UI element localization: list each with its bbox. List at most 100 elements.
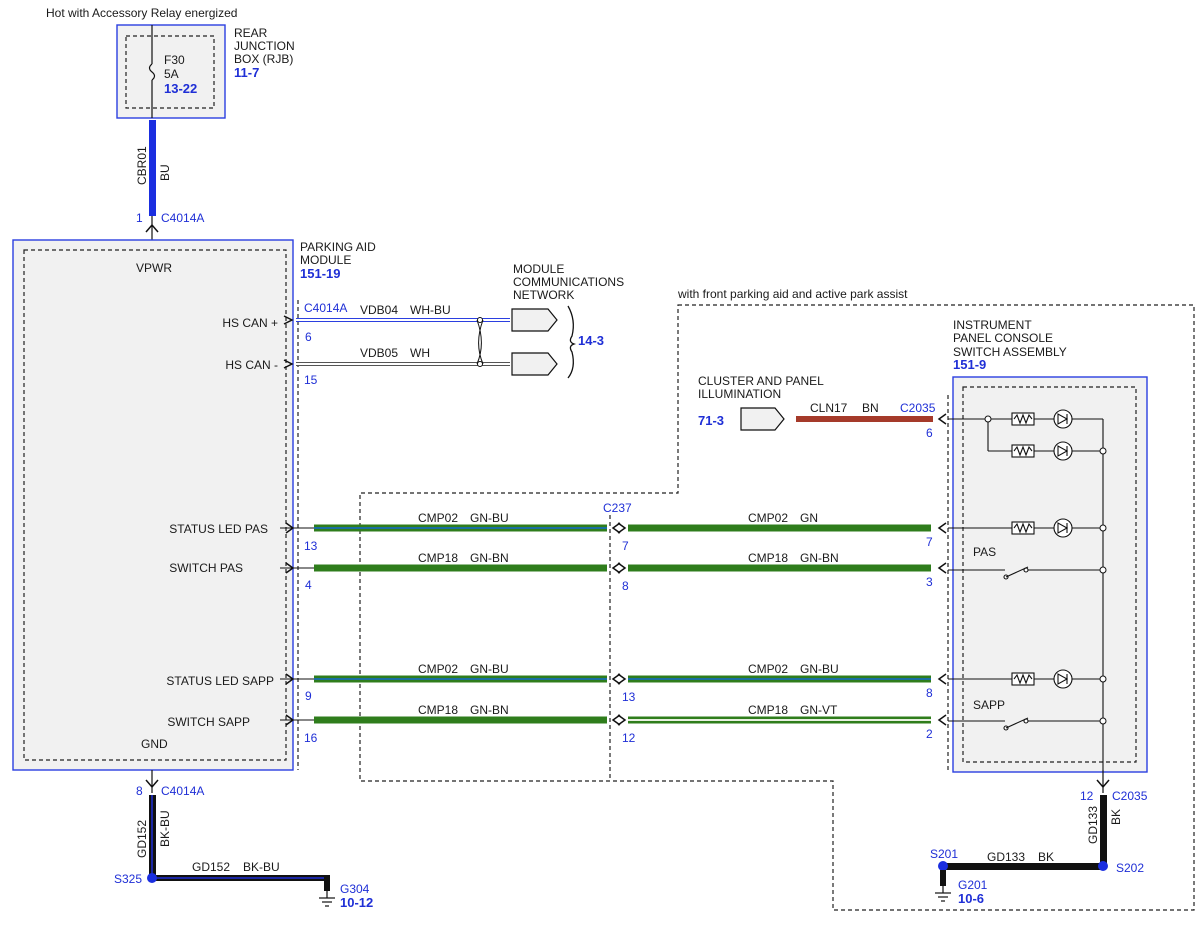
switch-pas-label: PAS bbox=[973, 545, 996, 559]
arrow-icon bbox=[937, 413, 947, 425]
switch-ref[interactable]: 151-9 bbox=[953, 357, 986, 372]
module-gnd: GND bbox=[141, 737, 168, 751]
network-title-1: MODULE bbox=[513, 262, 564, 276]
power-connector: C4014A bbox=[161, 211, 204, 225]
ground-wire-right-horizontal[interactable] bbox=[943, 863, 1103, 870]
switch-pin: 3 bbox=[926, 575, 933, 589]
wire-right-2[interactable] bbox=[628, 564, 931, 572]
arrow-icon bbox=[937, 562, 947, 574]
wire-right-color: GN-BU bbox=[800, 662, 839, 676]
arrow-icon bbox=[617, 714, 627, 726]
option-note: with front parking aid and active park a… bbox=[677, 287, 908, 301]
ground-left-circuit-vertical: GD152 bbox=[135, 820, 149, 858]
arrow-icon bbox=[617, 522, 627, 534]
wire-left-1[interactable] bbox=[314, 524, 607, 532]
ground-right-id: G201 bbox=[958, 878, 988, 892]
illum-color: BN bbox=[862, 401, 879, 415]
power-wire[interactable] bbox=[149, 120, 156, 216]
illum-circuit: CLN17 bbox=[810, 401, 848, 415]
pin-number-15: 15 bbox=[304, 373, 318, 387]
wire-right-4[interactable] bbox=[628, 716, 931, 724]
module-title-1: PARKING AID bbox=[300, 240, 376, 254]
ground-left-circuit: GD152 bbox=[192, 860, 230, 874]
wire-left-circuit: CMP18 bbox=[418, 703, 458, 717]
ground-symbol-icon bbox=[319, 891, 335, 907]
wire-left-3[interactable] bbox=[314, 675, 607, 683]
wire-right-circuit: CMP18 bbox=[748, 551, 788, 565]
ground-left-pin: 8 bbox=[136, 784, 143, 798]
rjb-ref[interactable]: 11-7 bbox=[234, 65, 259, 80]
twist-icon bbox=[476, 319, 484, 365]
module-title-2: MODULE bbox=[300, 253, 351, 267]
wire-right-color: GN bbox=[800, 511, 818, 525]
switch-sapp-label: SAPP bbox=[973, 698, 1005, 712]
ground-wire-right[interactable] bbox=[1100, 795, 1107, 867]
wire-right-color: GN-VT bbox=[800, 703, 838, 717]
pin-number-9: 9 bbox=[305, 689, 312, 703]
pin-label-hs-can-minus: HS CAN - bbox=[225, 358, 278, 372]
arrow-icon bbox=[937, 522, 947, 534]
pin-label-hs-can-plus: HS CAN + bbox=[222, 316, 278, 330]
inline-connector: C237 bbox=[603, 501, 632, 515]
network-title-3: NETWORK bbox=[513, 288, 574, 302]
splice-right: S202 bbox=[1116, 861, 1144, 875]
inline-pin: 12 bbox=[622, 731, 636, 745]
wire-right-circuit: CMP18 bbox=[748, 703, 788, 717]
illum-title-1: CLUSTER AND PANEL bbox=[698, 374, 824, 388]
illum-pin: 6 bbox=[926, 426, 933, 440]
wire-left-color: GN-BU bbox=[470, 662, 509, 676]
wire-right-3[interactable] bbox=[628, 675, 931, 683]
illum-connector: C2035 bbox=[900, 401, 936, 415]
switch-pin: 8 bbox=[926, 686, 933, 700]
illum-title-2: ILLUMINATION bbox=[698, 387, 781, 401]
network-connector-icon bbox=[511, 308, 558, 332]
ground-right-ref[interactable]: 10-6 bbox=[958, 891, 984, 906]
rjb-title-3: BOX (RJB) bbox=[234, 52, 293, 66]
ground-symbol-icon bbox=[935, 886, 951, 902]
power-wire-color: BU bbox=[158, 164, 172, 181]
wire-left-4[interactable] bbox=[314, 716, 607, 724]
network-ref[interactable]: 14-3 bbox=[578, 333, 604, 348]
splice-dot-icon bbox=[147, 873, 157, 883]
pin-label-switch-sapp: SWITCH SAPP bbox=[167, 715, 250, 729]
ground-left-connector: C4014A bbox=[161, 784, 204, 798]
wire-left-2[interactable] bbox=[314, 564, 607, 572]
rear-junction-box[interactable]: F30 5A 13-22 bbox=[116, 24, 226, 119]
arrow-icon bbox=[937, 673, 947, 685]
switch-title-1: INSTRUMENT bbox=[953, 318, 1032, 332]
illum-ref[interactable]: 71-3 bbox=[698, 413, 724, 428]
pin-number-16: 16 bbox=[304, 731, 318, 745]
module-ref[interactable]: 151-19 bbox=[300, 266, 340, 281]
switch-pin: 7 bbox=[926, 535, 933, 549]
wire-right-circuit: CMP02 bbox=[748, 511, 788, 525]
ground-right-circuit-vertical: GD133 bbox=[1086, 806, 1100, 844]
ground-left-ref[interactable]: 10-12 bbox=[340, 895, 373, 910]
wire-right-color: GN-BN bbox=[800, 551, 839, 565]
switch-assembly[interactable] bbox=[952, 376, 1148, 773]
arrow-icon bbox=[937, 714, 947, 726]
can-connector: C4014A bbox=[304, 301, 347, 315]
wire-left-circuit: CMP02 bbox=[418, 511, 458, 525]
fuse-rating: 5A bbox=[164, 67, 179, 81]
network-connector-icon bbox=[511, 352, 558, 376]
splice-dot-icon bbox=[1098, 861, 1108, 871]
pin-label-status-led-pas: STATUS LED PAS bbox=[169, 522, 268, 536]
splice-s201: S201 bbox=[930, 847, 958, 861]
pin-number-6: 6 bbox=[305, 330, 312, 344]
ground-left-color: BK-BU bbox=[243, 860, 280, 874]
network-title-2: COMMUNICATIONS bbox=[513, 275, 624, 289]
wire-left-color: GN-BU bbox=[470, 511, 509, 525]
ground-right-color: BK bbox=[1038, 850, 1054, 864]
power-wire-circuit: CBR01 bbox=[135, 146, 149, 185]
inline-pin: 8 bbox=[622, 579, 629, 593]
pin-label-switch-pas: SWITCH PAS bbox=[169, 561, 243, 575]
ground-left-color-vertical: BK-BU bbox=[158, 810, 172, 847]
illumination-wire[interactable] bbox=[796, 416, 933, 422]
rjb-title-1: REAR bbox=[234, 26, 268, 40]
fuse-ref[interactable]: 13-22 bbox=[164, 81, 197, 96]
pin-number-4: 4 bbox=[305, 578, 312, 592]
splice-dot-icon bbox=[938, 861, 948, 871]
ground-right-color-vertical: BK bbox=[1109, 809, 1123, 825]
ground-right-connector: C2035 bbox=[1112, 789, 1148, 803]
wire-right-1[interactable] bbox=[628, 524, 931, 532]
